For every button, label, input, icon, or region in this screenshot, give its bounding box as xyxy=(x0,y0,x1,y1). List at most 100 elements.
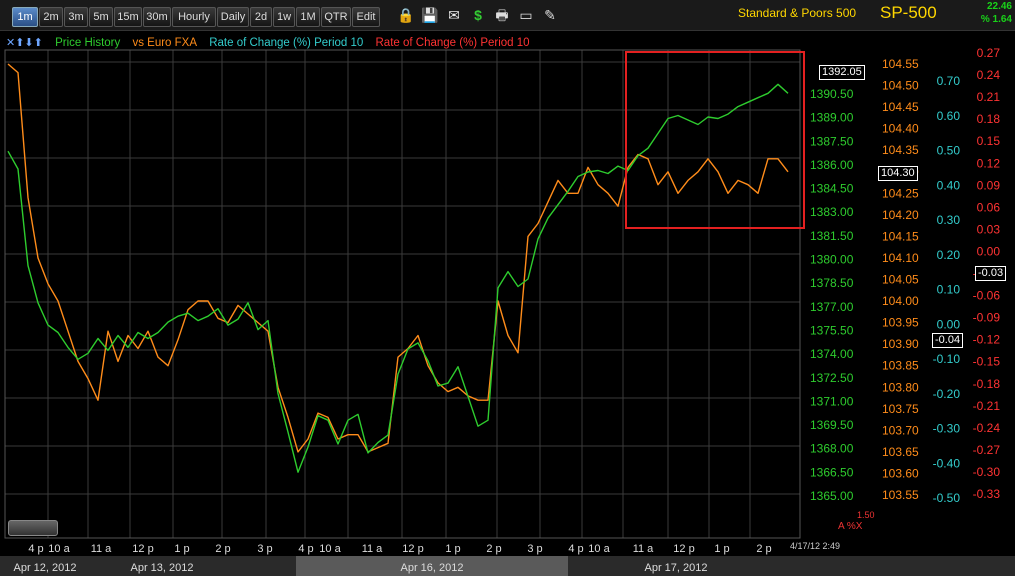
euro-tick-label: 104.45 xyxy=(882,100,919,114)
chart-svg: 1390.50 1389.00 1387.50 1386.00 1384.50 1383.… xyxy=(4,46,1001,574)
roc_red-tick-label: 0.27 xyxy=(977,46,1001,60)
roc_red-tick-label: -0.18 xyxy=(973,377,1001,391)
time-tick-label: 4 p xyxy=(28,543,43,555)
date-label: Apr 16, 2012 xyxy=(401,562,464,574)
price-tick-label: 1375.50 xyxy=(810,323,854,337)
euro-tick-label: 104.40 xyxy=(882,122,919,136)
price-tick-label: 1390.50 xyxy=(810,87,854,101)
roc_red-tick-label: -0.15 xyxy=(973,355,1001,369)
euro-tick-label: 104.20 xyxy=(882,208,919,222)
time-tick-label: 2 p xyxy=(756,543,771,555)
euro-tick-label: 103.90 xyxy=(882,337,919,351)
time-tick-label: 3 p xyxy=(527,543,542,555)
roc_red-tick-label: -0.24 xyxy=(973,421,1001,435)
roc-cyan-readout: -0.04 xyxy=(932,333,964,348)
euro-tick-label: 104.00 xyxy=(882,294,919,308)
roc_cyan-tick-label: -0.30 xyxy=(933,422,961,436)
price-tick-label: 1380.00 xyxy=(810,253,854,267)
euro-tick-label: 104.55 xyxy=(882,57,919,71)
roc_red-tick-label: 0.06 xyxy=(977,200,1001,214)
price-history-line xyxy=(7,83,789,473)
euro-tick-label: 103.85 xyxy=(882,359,919,373)
date-label: Apr 17, 2012 xyxy=(645,562,708,574)
roc_cyan-tick-label: 0.00 xyxy=(937,317,961,331)
roc_red-tick-label: 0.03 xyxy=(977,222,1001,236)
price-tick-label: 1389.00 xyxy=(810,111,854,125)
price-tick-label: 1365.00 xyxy=(810,489,854,503)
time-tick-label: 1 p xyxy=(174,543,189,555)
price-tick-label: 1372.50 xyxy=(810,371,854,385)
euro-tick-label: 103.80 xyxy=(882,380,919,394)
euro-tick-label: 104.50 xyxy=(882,79,919,93)
roc_cyan-tick-label: 0.10 xyxy=(937,283,961,297)
euro-tick-label: 104.05 xyxy=(882,273,919,287)
time-tick-label: 2 p xyxy=(215,543,230,555)
scroll-handle[interactable] xyxy=(8,520,58,536)
roc_red-tick-label: -0.12 xyxy=(973,333,1001,347)
euro-tick-label: 103.65 xyxy=(882,445,919,459)
price-tick-label: 1371.00 xyxy=(810,394,854,408)
price-readout: 1392.05 xyxy=(819,65,865,80)
price-tick-label: 1366.50 xyxy=(810,465,854,479)
misc-value: 1.50 xyxy=(857,510,875,520)
roc_red-tick-label: 0.15 xyxy=(977,134,1001,148)
roc_cyan-tick-label: 0.20 xyxy=(937,248,961,262)
time-tick-label: 12 p xyxy=(402,543,423,555)
euro-tick-label: 104.25 xyxy=(882,186,919,200)
roc_red-tick-label: -0.30 xyxy=(973,465,1001,479)
date-label: Apr 13, 2012 xyxy=(131,562,194,574)
time-tick-label: 10 a xyxy=(319,543,341,555)
euro-tick-label: 103.70 xyxy=(882,423,919,437)
roc_cyan-tick-label: -0.10 xyxy=(933,352,961,366)
roc_cyan-tick-label: 0.30 xyxy=(937,213,961,227)
price-tick-label: 1386.00 xyxy=(810,158,854,172)
roc_red-tick-label: 0.24 xyxy=(977,68,1001,82)
misc-controls[interactable]: A %X xyxy=(838,521,862,532)
price-tick-label: 1369.50 xyxy=(810,418,854,432)
euro-readout: 104.30 xyxy=(878,166,918,181)
roc_cyan-tick-label: 0.70 xyxy=(937,74,961,88)
roc_red-tick-label: -0.27 xyxy=(973,443,1001,457)
euro-tick-label: 104.15 xyxy=(882,229,919,243)
roc_cyan-tick-label: -0.50 xyxy=(933,491,961,505)
euro-tick-label: 103.60 xyxy=(882,466,919,480)
price-tick-label: 1377.00 xyxy=(810,300,854,314)
time-tick-label: 12 p xyxy=(673,543,694,555)
roc_red-tick-label: 0.00 xyxy=(977,244,1001,258)
time-tick-label: 2 p xyxy=(486,543,501,555)
time-tick-label: 11 a xyxy=(91,543,112,555)
roc_red-tick-label: -0.06 xyxy=(973,289,1001,303)
time-tick-label: 1 p xyxy=(445,543,460,555)
roc_red-tick-label: -0.21 xyxy=(973,399,1001,413)
timestamp: 4/17/12 2:49 xyxy=(790,541,841,551)
price-tick-label: 1381.50 xyxy=(810,229,854,243)
price-tick-label: 1378.50 xyxy=(810,276,854,290)
time-tick-label: 10 a xyxy=(48,543,70,555)
roc_cyan-tick-label: 0.60 xyxy=(937,109,961,123)
roc-red-readout: -0.03 xyxy=(975,266,1007,281)
roc_red-tick-label: -0.09 xyxy=(973,311,1001,325)
euro-tick-label: 104.35 xyxy=(882,143,919,157)
euro-tick-label: 103.75 xyxy=(882,402,919,416)
time-tick-label: 10 a xyxy=(588,543,610,555)
roc_cyan-tick-label: -0.20 xyxy=(933,387,961,401)
roc_cyan-tick-label: -0.40 xyxy=(933,456,961,470)
roc_red-tick-label: 0.21 xyxy=(977,90,1001,104)
time-tick-label: 11 a xyxy=(362,543,383,555)
euro-fxa-line xyxy=(7,63,789,453)
euro-tick-label: 103.55 xyxy=(882,488,919,502)
time-tick-label: 1 p xyxy=(714,543,729,555)
date-label: Apr 12, 2012 xyxy=(14,562,77,574)
time-tick-label: 3 p xyxy=(257,543,272,555)
roc_cyan-tick-label: 0.50 xyxy=(937,144,961,158)
roc_red-tick-label: -0.33 xyxy=(973,487,1001,501)
price-tick-label: 1384.50 xyxy=(810,182,854,196)
roc_cyan-tick-label: 0.40 xyxy=(937,178,961,192)
roc_red-tick-label: 0.12 xyxy=(977,156,1001,170)
time-tick-label: 4 p xyxy=(298,543,313,555)
roc_red-tick-label: 0.18 xyxy=(977,112,1001,126)
roc_red-tick-label: 0.09 xyxy=(977,178,1001,192)
euro-tick-label: 103.95 xyxy=(882,316,919,330)
time-tick-label: 11 a xyxy=(633,543,654,555)
time-tick-label: 12 p xyxy=(132,543,153,555)
